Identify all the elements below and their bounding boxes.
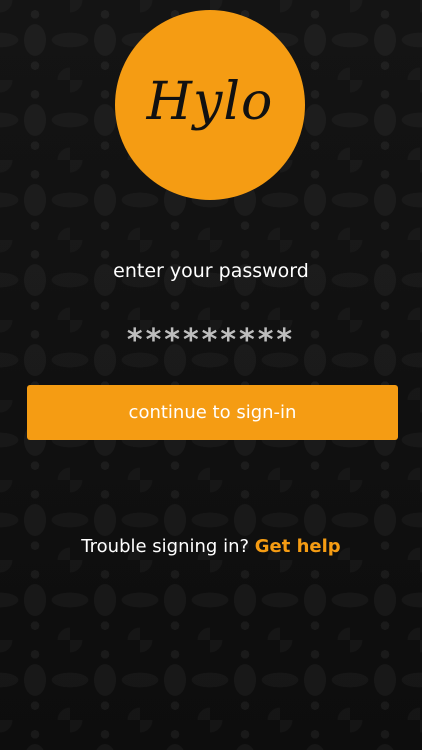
logo-text: Hylo	[146, 72, 274, 132]
trouble-question: Trouble signing in?	[81, 536, 255, 557]
trouble-signing-in-row: Trouble signing in? Get help	[0, 536, 422, 557]
get-help-link[interactable]: Get help	[255, 536, 341, 557]
password-input[interactable]	[60, 318, 362, 362]
password-prompt: enter your password	[113, 260, 309, 282]
signin-screen: Hylo enter your password continue to sig…	[0, 0, 422, 750]
hylo-logo: Hylo	[115, 10, 305, 200]
continue-to-signin-button[interactable]: continue to sign-in	[27, 385, 398, 440]
